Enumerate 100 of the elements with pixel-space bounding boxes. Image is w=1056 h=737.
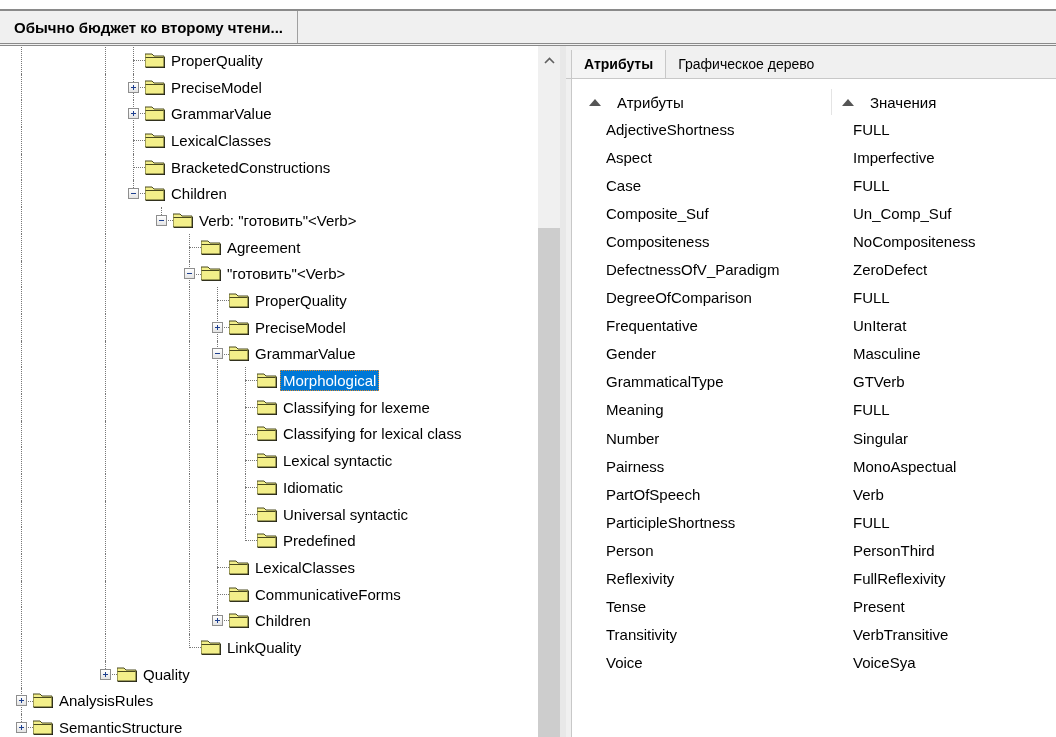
- column-header[interactable]: Значения: [870, 93, 937, 111]
- tree-item[interactable]: Lexical syntactic: [280, 450, 396, 472]
- tree-item[interactable]: Classifying for lexical class: [280, 423, 465, 445]
- attribute-name: AdjectiveShortness: [605, 120, 736, 138]
- sort-ascending-icon: [589, 98, 601, 106]
- attribute-name: ParticipleShortness: [605, 513, 737, 531]
- scrollbar-thumb[interactable]: [538, 228, 560, 737]
- attribute-value: Present: [853, 598, 905, 616]
- folder-icon: [145, 131, 167, 149]
- attribute-value: ZeroDefect: [853, 261, 928, 278]
- folder-icon: [145, 105, 167, 123]
- tree-item[interactable]: Agreement: [224, 236, 304, 258]
- attribute-name: Aspect: [605, 148, 653, 166]
- tree-item[interactable]: SemanticStructure: [56, 717, 186, 737]
- attribute-name: DefectnessOfV_Paradigm: [605, 261, 781, 278]
- attribute-value: FULL: [853, 289, 890, 307]
- tree-item[interactable]: LexicalClasses: [168, 129, 275, 151]
- scroll-up-icon[interactable]: [543, 56, 555, 64]
- attribute-value: GTVerb: [853, 373, 905, 391]
- attribute-name: Tense: [605, 598, 648, 616]
- attribute-name: Compositeness: [605, 232, 711, 250]
- tree-item[interactable]: PreciseModel: [252, 316, 349, 338]
- tree-item[interactable]: CommunicativeForms: [252, 583, 404, 605]
- collapse-toggle[interactable]: [156, 214, 167, 226]
- attribute-value: FULL: [853, 401, 890, 419]
- tree-item[interactable]: GrammarValue: [252, 343, 359, 365]
- folder-icon: [201, 238, 223, 256]
- scrollbar[interactable]: [538, 46, 560, 737]
- folder-icon: [33, 692, 55, 710]
- tree-item[interactable]: BracketedConstructions: [168, 156, 334, 178]
- tree-item[interactable]: ProperQuality: [252, 290, 350, 312]
- attribute-name: Gender: [605, 345, 658, 363]
- folder-icon: [117, 665, 139, 683]
- attribute-value: FullReflexivity: [853, 570, 946, 588]
- attribute-value: FULL: [853, 513, 890, 531]
- folder-icon: [173, 211, 195, 229]
- panel-tab[interactable]: Графическое дерево: [666, 50, 827, 78]
- attribute-value: FULL: [853, 176, 890, 194]
- attribute-name: Frequentative: [605, 317, 699, 335]
- folder-icon: [33, 719, 55, 737]
- attribute-name: Transitivity: [605, 626, 679, 644]
- tree-item[interactable]: AnalysisRules: [56, 690, 157, 712]
- tree-item[interactable]: GrammarValue: [168, 103, 275, 125]
- tree-item[interactable]: Children: [168, 183, 230, 205]
- attribute-value: Imperfective: [853, 148, 935, 166]
- tree-item[interactable]: ProperQuality: [168, 49, 266, 71]
- folder-icon: [257, 478, 279, 496]
- tree-item[interactable]: "готовить"<Verb>: [224, 263, 349, 285]
- folder-icon: [145, 158, 167, 176]
- attribute-value: NoCompositeness: [853, 232, 976, 250]
- attribute-name: PartOfSpeech: [605, 485, 702, 503]
- expand-toggle[interactable]: [128, 81, 139, 93]
- attribute-name: Composite_Suf: [605, 204, 710, 222]
- expand-toggle[interactable]: [100, 668, 111, 680]
- attribute-name: Meaning: [605, 401, 665, 419]
- collapse-toggle[interactable]: [212, 348, 223, 360]
- sort-ascending-icon: [842, 98, 854, 106]
- attribute-name: Voice: [605, 654, 644, 672]
- folder-icon: [229, 318, 251, 336]
- tree-item[interactable]: Morphological: [280, 370, 380, 392]
- folder-icon: [201, 638, 223, 656]
- tree-item[interactable]: LexicalClasses: [252, 556, 359, 578]
- attribute-name: Pairness: [605, 457, 666, 475]
- tree-item[interactable]: Children: [252, 610, 314, 632]
- expand-toggle[interactable]: [212, 615, 223, 627]
- tree-item[interactable]: Predefined: [280, 530, 359, 552]
- attribute-name: DegreeOfComparison: [605, 289, 753, 307]
- attribute-name: Person: [605, 541, 655, 559]
- folder-icon: [257, 452, 279, 470]
- tree-item[interactable]: Idiomatic: [280, 476, 347, 498]
- panel-tab[interactable]: Атрибуты: [571, 50, 667, 78]
- expand-toggle[interactable]: [16, 695, 27, 707]
- attribute-value: Masculine: [853, 345, 921, 363]
- folder-icon: [229, 585, 251, 603]
- tree-item[interactable]: Classifying for lexeme: [280, 396, 433, 418]
- tree-item[interactable]: Quality: [140, 663, 193, 685]
- folder-icon: [257, 505, 279, 523]
- attribute-name: Number: [605, 429, 661, 447]
- folder-icon: [201, 265, 223, 283]
- tree-item[interactable]: Verb: "готовить"<Verb>: [196, 209, 360, 231]
- collapse-toggle[interactable]: [128, 188, 139, 200]
- tree-item[interactable]: PreciseModel: [168, 76, 265, 98]
- attribute-name: Reflexivity: [605, 570, 676, 588]
- expand-toggle[interactable]: [128, 108, 139, 120]
- attribute-value: VerbTransitive: [853, 626, 949, 644]
- attribute-value: MonoAspectual: [853, 457, 957, 475]
- attribute-value: Un_Comp_Suf: [853, 204, 952, 222]
- folder-icon: [229, 612, 251, 630]
- expand-toggle[interactable]: [212, 321, 223, 333]
- folder-icon: [257, 425, 279, 443]
- attribute-value: Verb: [853, 485, 884, 503]
- attribute-value: VoiceSya: [853, 654, 916, 672]
- tree-item[interactable]: LinkQuality: [224, 636, 305, 658]
- folder-icon: [145, 51, 167, 69]
- collapse-toggle[interactable]: [184, 268, 195, 280]
- tree-item[interactable]: Universal syntactic: [280, 503, 412, 525]
- folder-icon: [257, 372, 279, 390]
- column-header[interactable]: Атрибуты: [617, 93, 684, 111]
- expand-toggle[interactable]: [16, 722, 27, 734]
- attribute-name: Case: [605, 176, 643, 194]
